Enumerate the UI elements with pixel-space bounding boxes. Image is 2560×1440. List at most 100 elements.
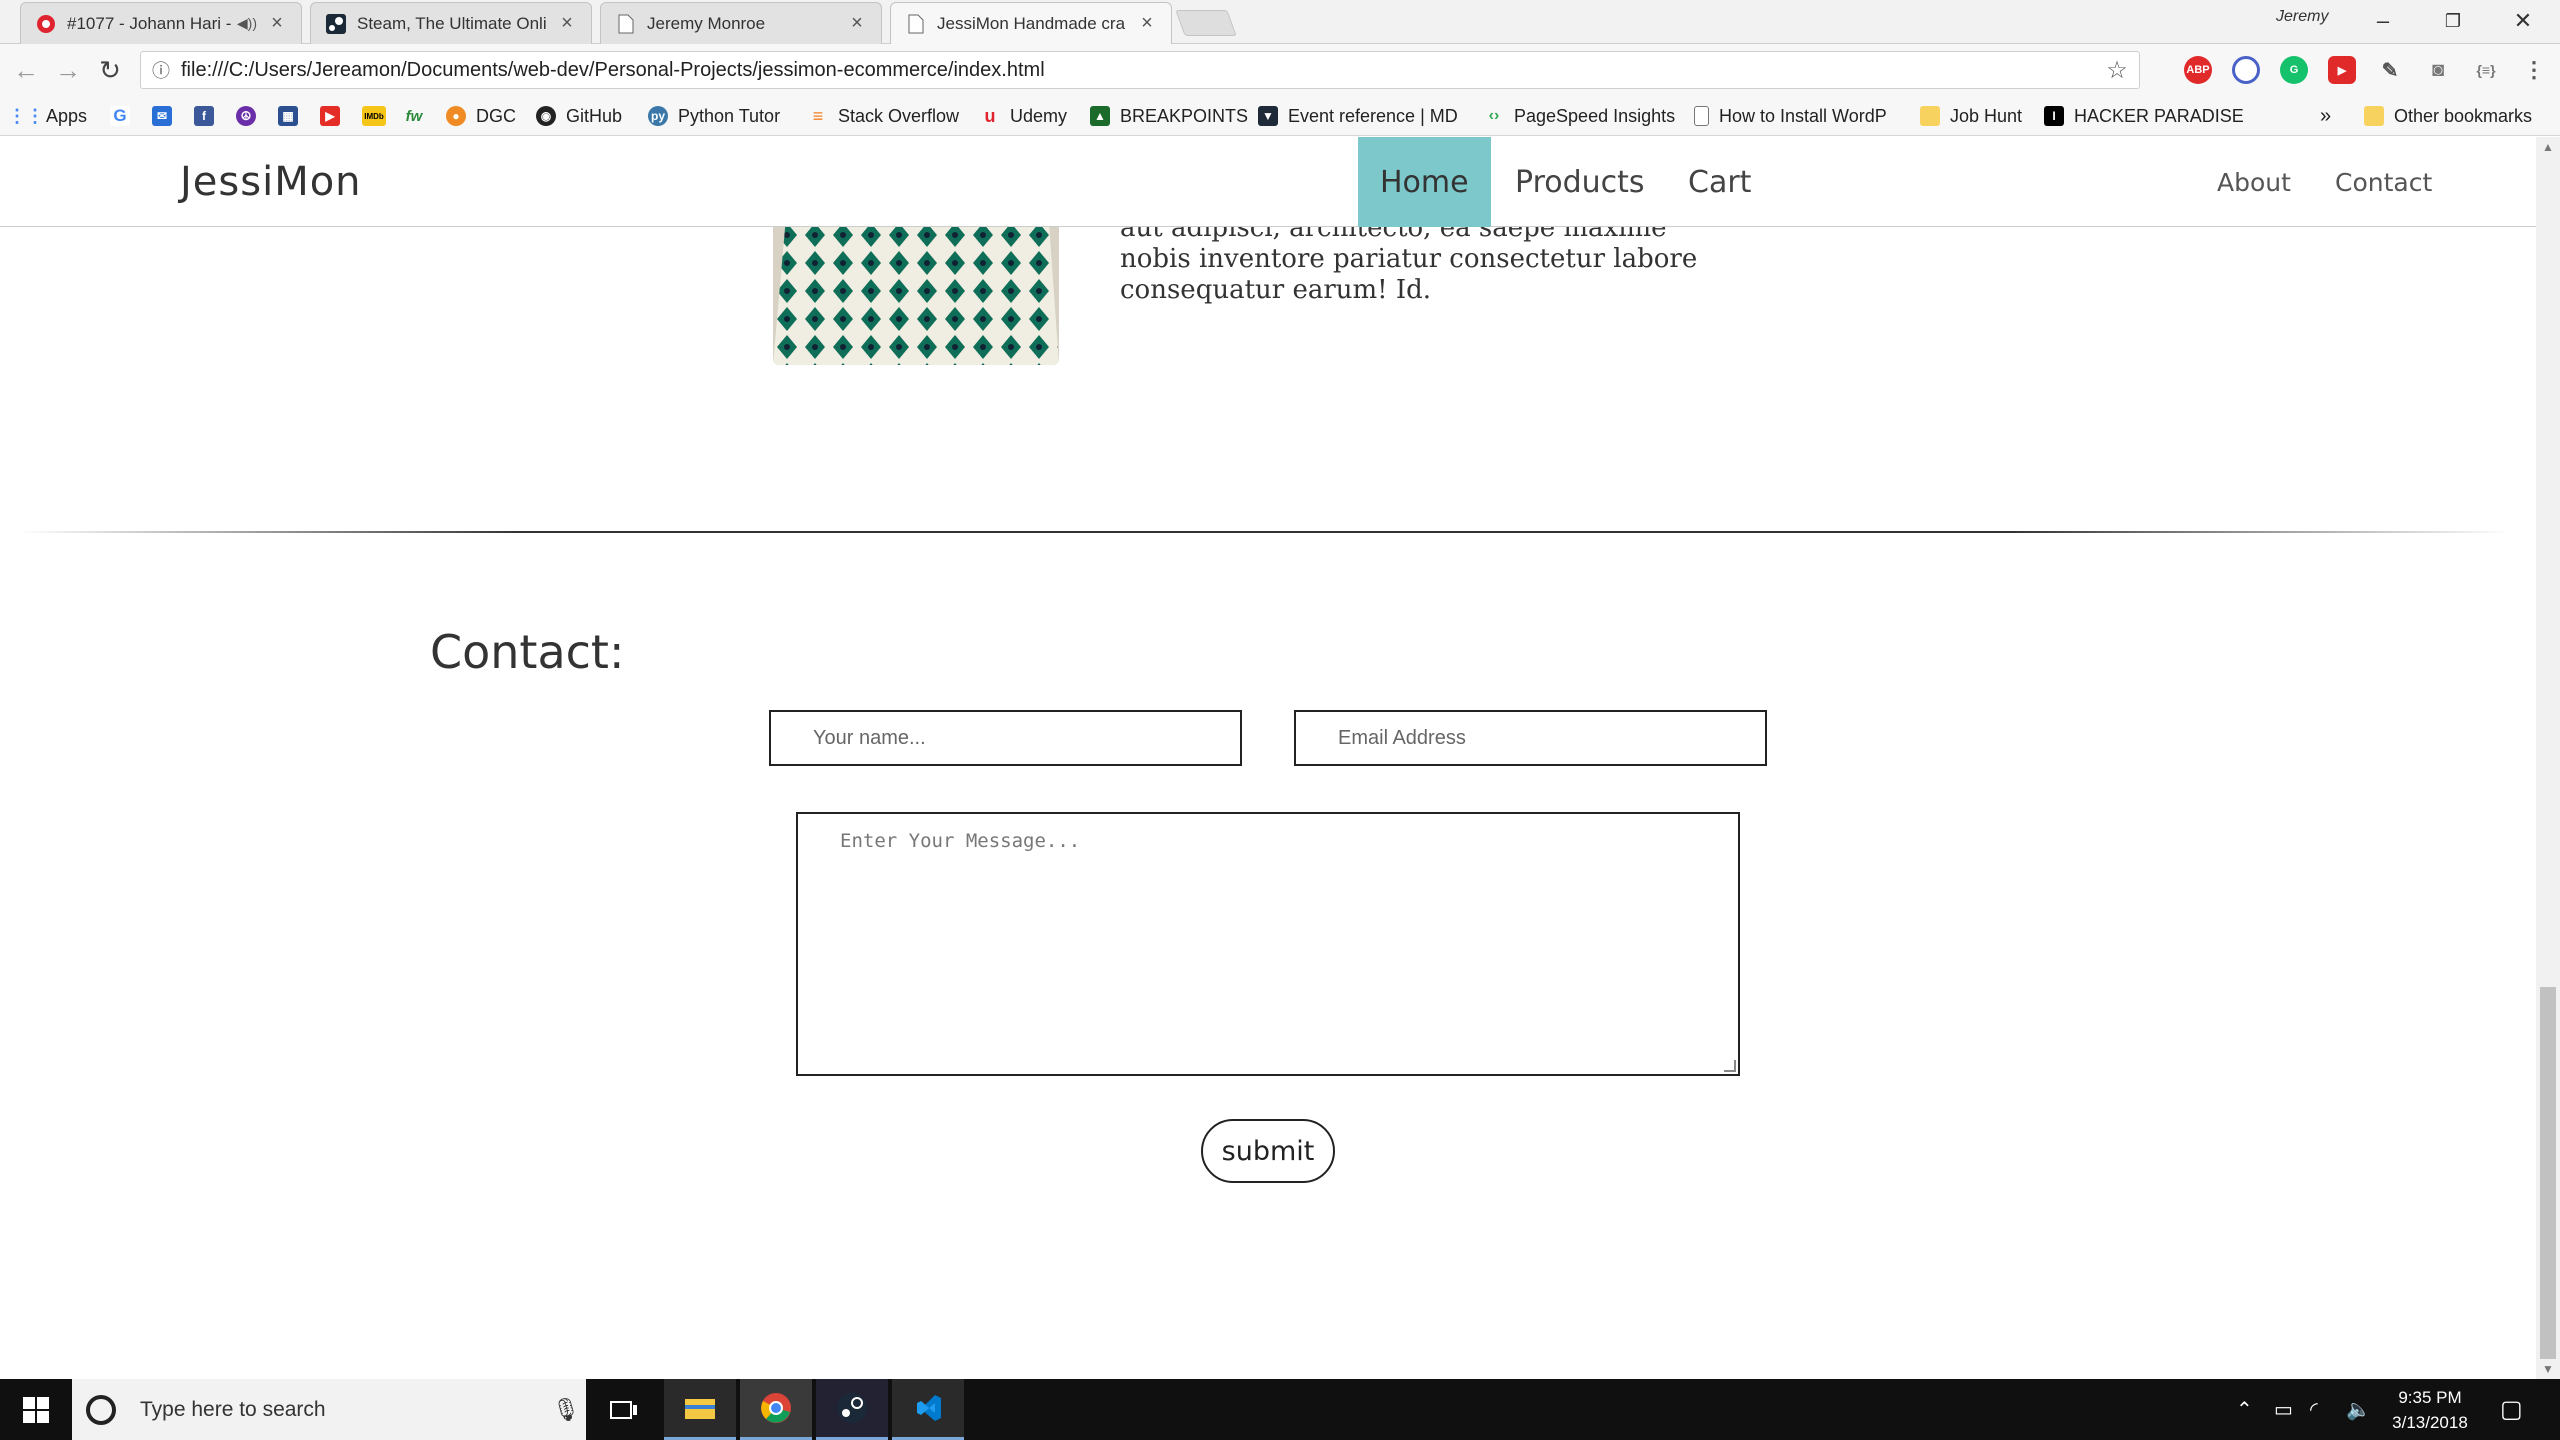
bookmark-python-tutor[interactable]: py Python Tutor	[648, 102, 780, 130]
browser-toolbar: ← → ↻ ⓘ file:///C:/Users/Jereamon/Docume…	[0, 44, 2560, 96]
wifi-icon[interactable]: ◜	[2310, 1379, 2318, 1440]
close-tab-icon[interactable]: ×	[557, 12, 577, 35]
name-input[interactable]: Your name...	[769, 710, 1242, 766]
browser-tab-active[interactable]: JessiMon Handmade cra ×	[890, 2, 1172, 44]
bookmark-label: Apps	[46, 105, 88, 126]
submit-button[interactable]: submit	[1201, 1119, 1335, 1183]
bookmark-apps[interactable]: ⋮⋮ Apps	[8, 102, 88, 130]
scrollbar-thumb[interactable]	[2540, 987, 2556, 1359]
bookmark-breakpoints[interactable]: ▲ BREAKPOINTS	[1090, 102, 1248, 130]
camera-icon[interactable]: ◙	[2424, 56, 2452, 84]
bookmark-udemy[interactable]: u Udemy	[980, 102, 1068, 130]
calendar-icon: ▦	[278, 106, 298, 126]
cortana-icon	[86, 1394, 116, 1425]
notifications-icon[interactable]: ▢	[2500, 1379, 2523, 1440]
bookmark-hacker-paradise[interactable]: I HACKER PARADISE	[2044, 102, 2244, 130]
bookmark-google[interactable]: G	[110, 102, 140, 130]
battery-icon[interactable]: ▭	[2274, 1379, 2293, 1440]
volume-icon[interactable]: 🔈	[2346, 1379, 2371, 1440]
reload-icon[interactable]: ↻	[94, 54, 126, 86]
block-icon[interactable]	[2232, 56, 2260, 84]
bookmark-label: DGC	[476, 105, 516, 126]
page-scrollbar[interactable]: ▲ ▼	[2536, 137, 2560, 1379]
tray-expand-icon[interactable]: ⌃	[2236, 1379, 2253, 1440]
bookmark-stack-overflow[interactable]: ≡ Stack Overflow	[808, 102, 959, 130]
windows-logo-icon	[23, 1396, 49, 1423]
bookmark-mdn[interactable]: ▼ Event reference | MD	[1258, 102, 1458, 130]
bookmark-wordpress[interactable]: How to Install WordP	[1694, 102, 1887, 130]
bookmark-other[interactable]: Other bookmarks	[2364, 102, 2532, 130]
bookmark-facebook[interactable]: f	[194, 102, 224, 130]
bookmark-dgc[interactable]: ● DGC	[446, 102, 516, 130]
browser-tab-2[interactable]: Steam, The Ultimate Onli ×	[310, 2, 592, 44]
email-input[interactable]: Email Address	[1294, 710, 1767, 766]
vscode-icon[interactable]	[892, 1379, 964, 1440]
bookmark-label: Event reference | MD	[1288, 105, 1458, 126]
bookmark-pagespeed[interactable]: ‹› PageSpeed Insights	[1484, 102, 1675, 130]
chrome-icon[interactable]	[740, 1379, 812, 1440]
url-text[interactable]: file:///C:/Users/Jereamon/Documents/web-…	[181, 59, 2095, 82]
new-tab-button[interactable]	[1175, 10, 1237, 36]
scroll-up-arrow-icon[interactable]: ▲	[2536, 137, 2560, 157]
profile-name[interactable]: Jeremy	[2276, 8, 2328, 26]
bookmark-mail[interactable]: ✉	[152, 102, 182, 130]
back-icon[interactable]: ←	[10, 54, 42, 86]
bookmark-label: How to Install WordP	[1719, 105, 1887, 126]
bookmark-imdb[interactable]: IMDb	[362, 102, 396, 130]
start-button[interactable]	[0, 1379, 72, 1440]
microphone-icon[interactable]: 🎙	[546, 1397, 586, 1423]
udemy-icon: u	[984, 105, 996, 126]
close-tab-icon[interactable]: ×	[847, 12, 867, 35]
bookmarks-bar: ⋮⋮ Apps G ✉ f ☮ ▦ ▶ IMDb fw ● DGC ◉ GitH…	[0, 96, 2560, 136]
browser-tab-1[interactable]: #1077 - Johann Hari - ◀)) ×	[20, 2, 302, 44]
pagespeed-icon: ‹›	[1488, 107, 1500, 124]
taskbar-search[interactable]: Type here to search 🎙	[72, 1379, 586, 1440]
youtube-icon: ▶	[320, 106, 340, 126]
close-window-icon[interactable]: ✕	[2488, 0, 2558, 42]
menu-icon[interactable]: ⋮	[2520, 56, 2548, 84]
eyedropper-icon[interactable]: ✎	[2376, 56, 2404, 84]
imdb-icon: IMDb	[362, 106, 386, 126]
peace-icon: ☮	[236, 106, 256, 126]
nav-home[interactable]: Home	[1358, 137, 1491, 227]
task-view-icon[interactable]	[588, 1379, 660, 1440]
bookmark-youtube[interactable]: ▶	[320, 102, 350, 130]
bookmark-job-hunt[interactable]: Job Hunt	[1920, 102, 2022, 130]
nav-about[interactable]: About	[2217, 137, 2291, 227]
python-icon: py	[648, 106, 668, 126]
grammarly-icon[interactable]: G	[2280, 56, 2308, 84]
file-explorer-icon[interactable]	[664, 1379, 736, 1440]
resize-handle-icon[interactable]	[1724, 1060, 1736, 1072]
forward-icon[interactable]: →	[52, 54, 84, 86]
browser-tab-3[interactable]: Jeremy Monroe ×	[600, 2, 882, 44]
steam-app-icon[interactable]	[816, 1379, 888, 1440]
message-textarea[interactable]: Enter Your Message...	[796, 812, 1740, 1076]
nav-products[interactable]: Products	[1515, 137, 1645, 227]
bookmark-fw[interactable]: fw	[404, 102, 434, 130]
restore-icon[interactable]: ❐	[2418, 0, 2488, 42]
minimize-icon[interactable]: –	[2348, 0, 2418, 42]
dgc-icon: ●	[446, 106, 466, 126]
info-icon[interactable]: ⓘ	[141, 57, 181, 83]
bookmarks-overflow-button[interactable]: »	[2320, 102, 2331, 130]
nav-cart[interactable]: Cart	[1688, 137, 1751, 227]
bookmark-calendar[interactable]: ▦	[278, 102, 308, 130]
adblock-icon[interactable]: ABP	[2184, 56, 2212, 84]
nav-contact[interactable]: Contact	[2335, 137, 2432, 227]
close-tab-icon[interactable]: ×	[267, 12, 287, 35]
json-icon[interactable]: {≡}	[2472, 56, 2500, 84]
bookmark-star-icon[interactable]: ☆	[2095, 56, 2139, 85]
bookmark-github[interactable]: ◉ GitHub	[536, 102, 622, 130]
page-icon	[615, 13, 637, 35]
bookmark-peace[interactable]: ☮	[236, 102, 266, 130]
name-input-placeholder: Your name...	[813, 726, 926, 749]
speaker-icon[interactable]: ◀))	[237, 15, 257, 32]
system-clock[interactable]: 9:35 PM 3/13/2018	[2370, 1385, 2490, 1435]
scroll-down-arrow-icon[interactable]: ▼	[2536, 1359, 2560, 1379]
address-bar[interactable]: ⓘ file:///C:/Users/Jereamon/Documents/we…	[140, 51, 2140, 89]
bookmark-label: Udemy	[1010, 105, 1068, 126]
google-icon: G	[110, 106, 130, 126]
site-brand-logo[interactable]: JessiMon	[180, 159, 362, 205]
youtube-ext-icon[interactable]: ▶	[2328, 56, 2356, 84]
close-tab-icon[interactable]: ×	[1137, 12, 1157, 35]
